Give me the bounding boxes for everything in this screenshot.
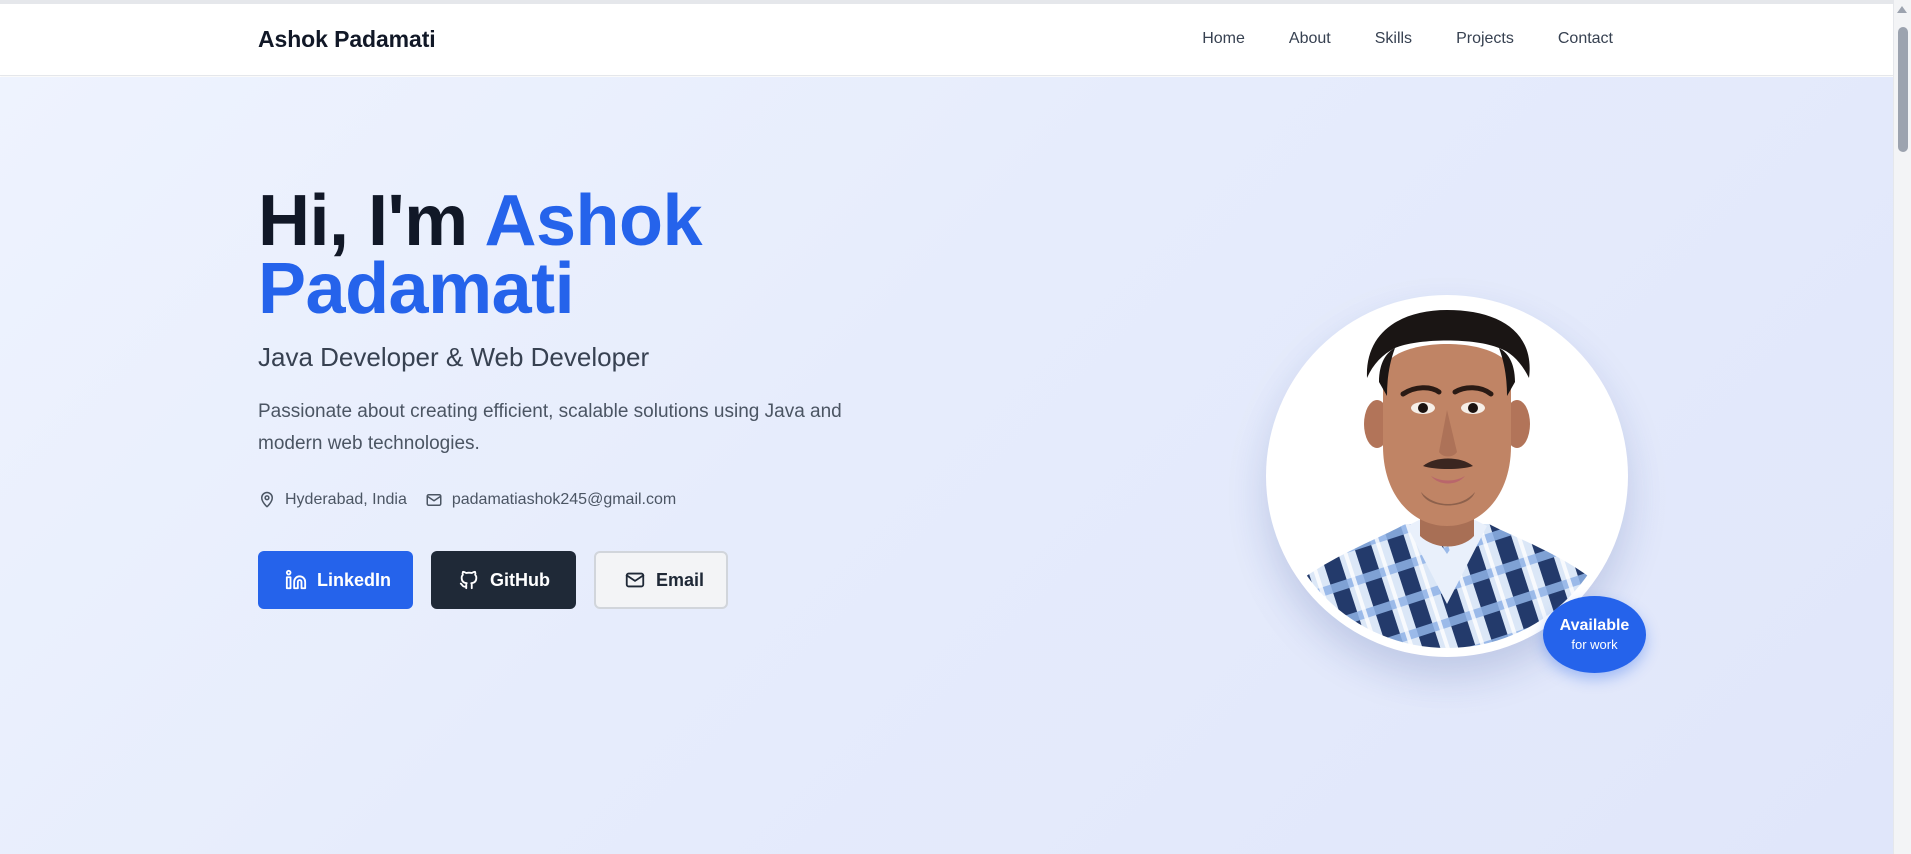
github-button-label: GitHub [490,569,550,590]
nav-link-home[interactable]: Home [1202,30,1245,48]
site-header: Ashok Padamati Home About Skills Project… [0,4,1893,76]
social-buttons: LinkedIn GitHub Email [258,551,728,609]
mail-icon [426,494,442,506]
page-scrollbar[interactable] [1893,0,1911,854]
badge-line-available: Available [1559,616,1630,634]
location-text: Hyderabad, India [285,491,407,508]
location-item: Hyderabad, India [258,491,407,509]
portfolio-page: Ashok Padamati Home About Skills Project… [0,0,1911,854]
email-text[interactable]: padamatiashok245@gmail.com [452,491,676,509]
mail-icon [625,572,645,588]
hero-subtitle: Java Developer & Web Developer [258,342,650,372]
email-button[interactable]: Email [594,551,728,609]
main-nav: Home About Skills Projects Contact [1202,30,1613,48]
headline-name-last: Padamati [258,249,575,329]
contact-meta: Hyderabad, India padamatiashok245@gmail.… [258,491,676,509]
linkedin-button-label: LinkedIn [317,569,392,590]
profile-photo-illustration [1275,304,1619,648]
hero-description: Passionate about creating efficient, sca… [258,401,842,454]
scrollbar-thumb[interactable] [1898,27,1908,152]
nav-link-projects[interactable]: Projects [1456,30,1514,48]
email-button-label: Email [656,569,705,590]
hero-headline: Hi, I'm Ashok Padamati [258,185,978,325]
nav-link-contact[interactable]: Contact [1558,30,1613,48]
site-brand[interactable]: Ashok Padamati [258,26,436,53]
nav-link-about[interactable]: About [1289,30,1331,48]
github-icon [459,570,478,590]
nav-link-skills[interactable]: Skills [1375,30,1412,48]
email-item: padamatiashok245@gmail.com [425,491,676,509]
linkedin-icon [285,569,307,590]
github-button[interactable]: GitHub [431,551,576,609]
linkedin-button[interactable]: LinkedIn [258,551,413,609]
availability-badge: Available for work [1543,596,1646,673]
scroll-up-arrow-icon[interactable] [1897,6,1907,13]
profile-photo [1275,304,1619,648]
map-pin-icon [261,491,273,508]
badge-line-for-work: for work [1571,636,1618,652]
